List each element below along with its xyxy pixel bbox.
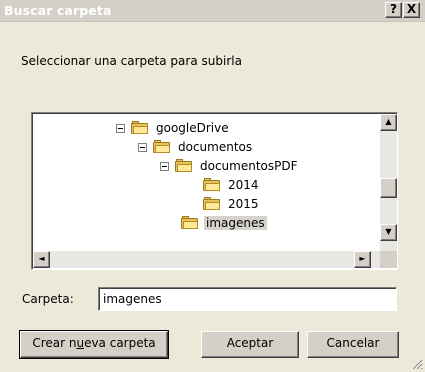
scroll-up-button[interactable]: ▲ <box>380 114 397 131</box>
scroll-left-button[interactable]: ◄ <box>33 251 50 268</box>
folder-icon <box>175 159 193 173</box>
folder-name-input[interactable] <box>98 287 397 311</box>
tree-node-googledrive[interactable]: googleDrive <box>116 119 231 137</box>
open-folder-icon <box>181 216 199 230</box>
collapse-icon[interactable] <box>160 161 169 171</box>
new-folder-accelerator: u <box>76 336 85 350</box>
folder-icon <box>153 140 171 154</box>
tree-node-documentos[interactable]: documentos <box>138 138 254 156</box>
new-folder-button[interactable]: Crear nueva carpeta <box>19 330 169 359</box>
tree-node-label: documentosPDF <box>200 159 298 173</box>
window-title: Buscar carpeta <box>4 3 112 18</box>
tree-node-label-selected: imagenes <box>204 216 267 230</box>
tree-node-documentospdf[interactable]: documentosPDF <box>160 157 300 175</box>
vertical-scroll-thumb[interactable] <box>380 178 397 198</box>
instruction-text: Seleccionar una carpeta para subirla <box>21 54 242 68</box>
collapse-icon[interactable] <box>116 123 125 133</box>
folder-icon <box>203 197 221 211</box>
folder-field-label: Carpeta: <box>22 292 74 306</box>
scroll-corner <box>380 251 397 268</box>
folder-tree[interactable]: googleDrive documentos documentosPDF 201… <box>31 112 398 270</box>
title-bar[interactable]: Buscar carpeta ? X <box>0 0 425 22</box>
tree-node-label: documentos <box>178 140 253 154</box>
tree-node-2014[interactable]: 2014 <box>203 176 261 194</box>
folder-icon <box>203 178 221 192</box>
accept-button[interactable]: Aceptar <box>201 331 299 358</box>
horizontal-scrollbar[interactable]: ◄ ► <box>33 251 380 268</box>
close-button[interactable]: X <box>403 2 420 18</box>
tree-node-label: 2014 <box>228 178 259 192</box>
help-button[interactable]: ? <box>385 2 402 18</box>
scroll-down-button[interactable]: ▼ <box>380 224 397 241</box>
cancel-button[interactable]: Cancelar <box>307 331 399 358</box>
resize-grip-icon[interactable] <box>410 357 423 370</box>
new-folder-label-start: Crear n <box>32 336 77 350</box>
tree-node-label: 2015 <box>228 197 259 211</box>
scroll-right-button[interactable]: ► <box>354 251 371 268</box>
folder-icon <box>131 121 149 135</box>
tree-node-label: googleDrive <box>156 121 229 135</box>
collapse-icon[interactable] <box>138 142 147 152</box>
tree-node-2015[interactable]: 2015 <box>203 195 261 213</box>
new-folder-label-end: eva carpeta <box>84 336 156 350</box>
tree-node-imagenes[interactable]: imagenes <box>181 214 267 232</box>
vertical-scrollbar[interactable]: ▲ ▼ <box>380 114 397 252</box>
